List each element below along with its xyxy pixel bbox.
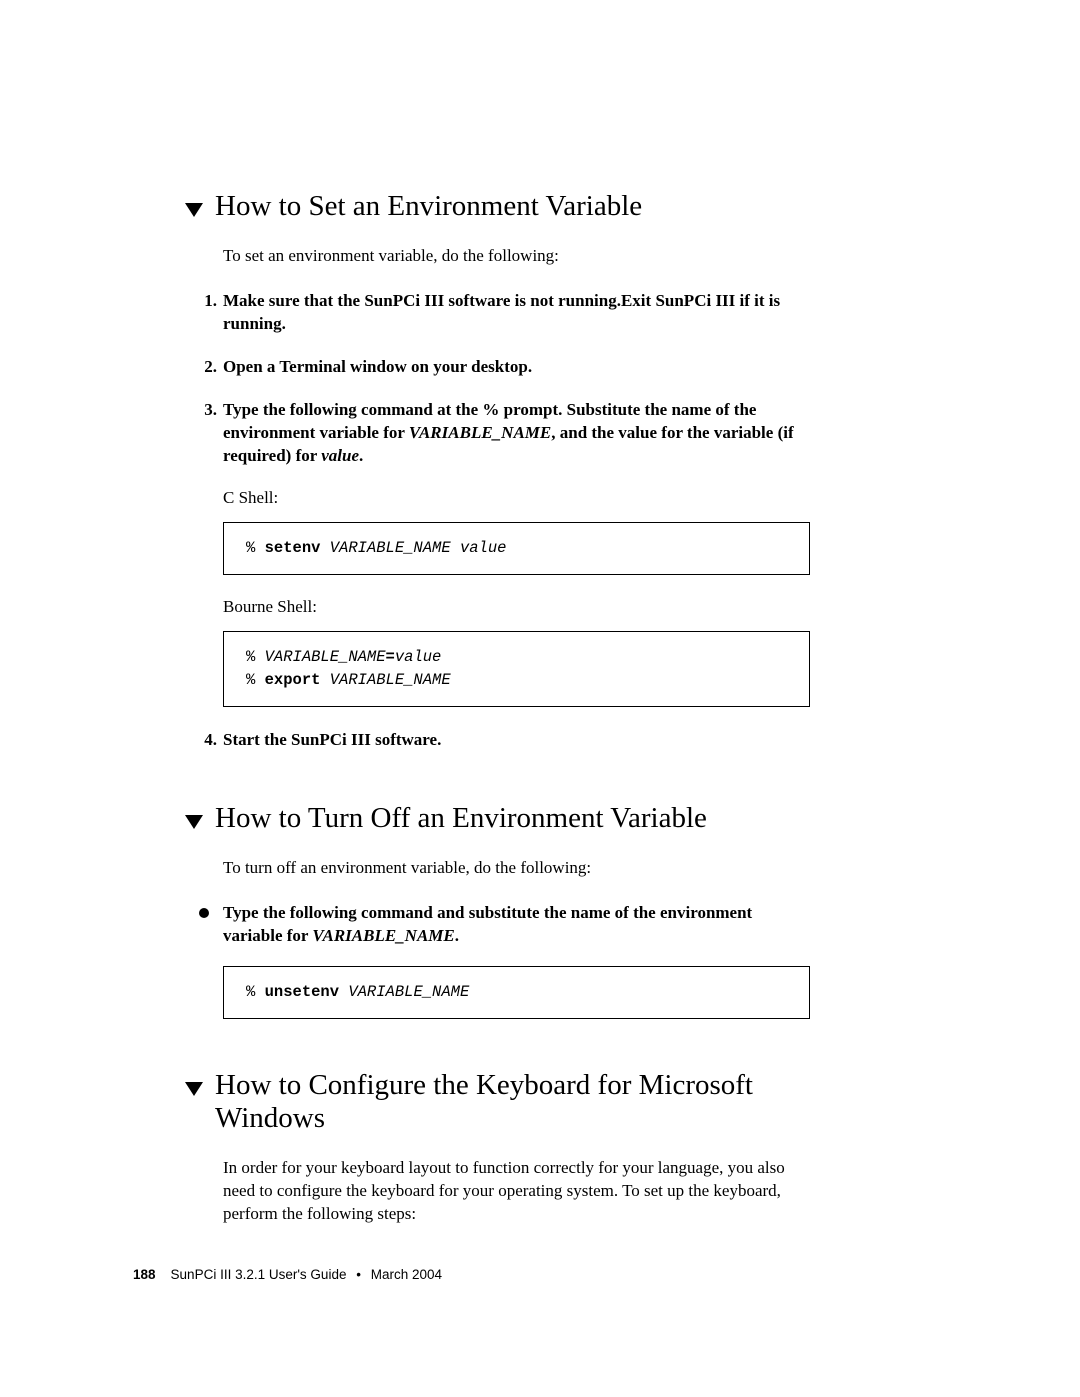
footer-date: March 2004 bbox=[371, 1267, 442, 1282]
equals: = bbox=[386, 648, 395, 666]
bullet-var: VARIABLE_NAME bbox=[312, 926, 454, 945]
page-content: How to Set an Environment Variable To se… bbox=[185, 190, 810, 1248]
prompt: % bbox=[246, 648, 265, 666]
page-number: 188 bbox=[133, 1267, 156, 1282]
bullet-b: . bbox=[455, 926, 459, 945]
step-text: Start the SunPCi III software. bbox=[223, 729, 810, 752]
intro-text: In order for your keyboard layout to fun… bbox=[223, 1157, 810, 1226]
code-box-bourne: % VARIABLE_NAME=value % export VARIABLE_… bbox=[223, 631, 810, 708]
intro-text: To set an environment variable, do the f… bbox=[223, 245, 810, 268]
bourne-label: Bourne Shell: bbox=[223, 597, 810, 617]
code-line2: % export VARIABLE_NAME bbox=[246, 669, 787, 692]
page-footer: 188 SunPCi III 3.2.1 User's Guide • Marc… bbox=[133, 1267, 442, 1282]
heading-text: How to Configure the Keyboard for Micros… bbox=[215, 1069, 810, 1135]
footer-title: SunPCi III 3.2.1 User's Guide bbox=[171, 1267, 347, 1282]
heading-turnoff-env: How to Turn Off an Environment Variable bbox=[185, 802, 810, 835]
step-text: Open a Terminal window on your desktop. bbox=[223, 356, 810, 379]
intro-text: To turn off an environment variable, do … bbox=[223, 857, 810, 880]
bullet-a: Type the following command and substitut… bbox=[223, 903, 752, 945]
var-name: VARIABLE_NAME bbox=[265, 648, 386, 666]
step-text: Type the following command at the % prom… bbox=[223, 399, 810, 468]
step-1: 1. Make sure that the SunPCi III softwar… bbox=[185, 290, 810, 336]
step-4: 4. Start the SunPCi III software. bbox=[185, 729, 810, 752]
triangle-icon bbox=[185, 203, 203, 217]
step-number: 4. bbox=[195, 729, 217, 752]
cmd-args: VARIABLE_NAME value bbox=[320, 539, 506, 557]
bullet-icon bbox=[199, 908, 209, 918]
cmd-unsetenv: unsetenv bbox=[265, 983, 339, 1001]
code-box-unset: % unsetenv VARIABLE_NAME bbox=[223, 966, 810, 1019]
step-number: 1. bbox=[195, 290, 217, 336]
step-list-cont: 4. Start the SunPCi III software. bbox=[185, 729, 810, 752]
cmd-args: VARIABLE_NAME bbox=[339, 983, 469, 1001]
cmd-setenv: setenv bbox=[265, 539, 321, 557]
prompt: % bbox=[246, 539, 265, 557]
step3-var1: VARIABLE_NAME bbox=[409, 423, 551, 442]
step-number: 3. bbox=[195, 399, 217, 468]
var-value: value bbox=[395, 648, 442, 666]
footer-separator: • bbox=[356, 1267, 361, 1282]
var-name: VARIABLE_NAME bbox=[320, 671, 450, 689]
bullet-item: Type the following command and substitut… bbox=[185, 902, 810, 948]
triangle-icon bbox=[185, 815, 203, 829]
cshell-label: C Shell: bbox=[223, 488, 810, 508]
bullet-text: Type the following command and substitut… bbox=[223, 902, 810, 948]
step-list: 1. Make sure that the SunPCi III softwar… bbox=[185, 290, 810, 468]
cmd-export: export bbox=[265, 671, 321, 689]
step-number: 2. bbox=[195, 356, 217, 379]
code-line1: % VARIABLE_NAME=value bbox=[246, 646, 787, 669]
step3-c: . bbox=[359, 446, 363, 465]
step-2: 2. Open a Terminal window on your deskto… bbox=[185, 356, 810, 379]
code-box-cshell: % setenv VARIABLE_NAME value bbox=[223, 522, 810, 575]
heading-keyboard: How to Configure the Keyboard for Micros… bbox=[185, 1069, 810, 1135]
heading-set-env: How to Set an Environment Variable bbox=[185, 190, 810, 223]
heading-text: How to Set an Environment Variable bbox=[215, 190, 642, 223]
prompt: % bbox=[246, 671, 265, 689]
prompt: % bbox=[246, 983, 265, 1001]
triangle-icon bbox=[185, 1082, 203, 1096]
step3-var2: value bbox=[321, 446, 359, 465]
heading-text: How to Turn Off an Environment Variable bbox=[215, 802, 707, 835]
step-text: Make sure that the SunPCi III software i… bbox=[223, 290, 810, 336]
step-3: 3. Type the following command at the % p… bbox=[185, 399, 810, 468]
